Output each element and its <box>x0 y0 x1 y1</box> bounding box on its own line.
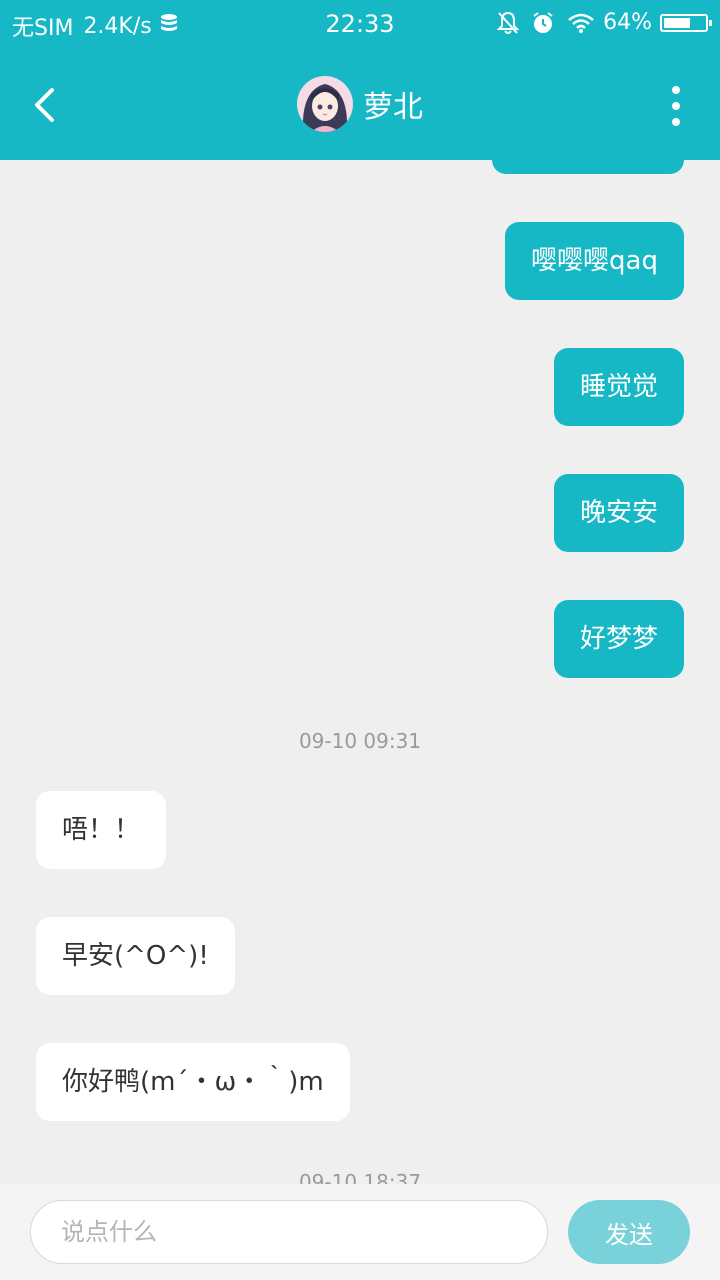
chat-header: 萝北 <box>0 50 720 160</box>
message-timestamp: 09-10 18:37 <box>298 1170 422 1184</box>
message-bubble-partial[interactable] <box>492 160 684 174</box>
status-right: 64% <box>485 10 712 35</box>
message-bubble-outgoing[interactable]: 晚安安 <box>553 474 684 552</box>
message-bubble-outgoing[interactable]: 嘤嘤嘤qaq <box>505 222 684 300</box>
message-bubble-outgoing[interactable]: 睡觉觉 <box>553 348 684 426</box>
message-input[interactable] <box>30 1200 548 1264</box>
vertical-dots-icon-dot <box>672 118 680 126</box>
battery-fill <box>664 17 690 28</box>
battery-percent: 64% <box>603 10 652 35</box>
message-bubble-outgoing[interactable]: 好梦梦 <box>553 600 684 678</box>
wifi-icon <box>567 12 595 34</box>
more-options-button[interactable] <box>666 86 686 126</box>
contact-name: 萝北 <box>363 90 423 125</box>
send-button[interactable]: 发送 <box>568 1200 690 1264</box>
vertical-dots-icon-dot <box>672 102 680 110</box>
vertical-dots-icon <box>672 86 680 94</box>
avatar[interactable] <box>297 76 353 132</box>
message-list[interactable]: 嘤嘤嘤qaq 睡觉觉 晚安安 好梦梦 09-10 09:31 唔！！ 早安(^O… <box>0 160 720 1184</box>
status-bar: 无SIM 2.4K/s 22:33 64% <box>0 0 720 50</box>
mute-bell-icon <box>497 11 520 35</box>
battery-icon <box>660 13 712 32</box>
message-timestamp: 09-10 09:31 <box>298 729 422 753</box>
chat-title: 萝北 <box>0 76 720 132</box>
message-bubble-incoming[interactable]: 早安(^O^)! <box>36 917 235 995</box>
input-bar: 发送 <box>0 1184 720 1280</box>
message-bubble-incoming[interactable]: 你好鸭(m´・ω・｀)m <box>36 1043 350 1121</box>
alarm-icon <box>531 11 555 35</box>
chat-screen: 无SIM 2.4K/s 22:33 64% 萝北 嘤嘤嘤qaq 睡觉觉 晚安安 … <box>0 0 720 1280</box>
message-bubble-incoming[interactable]: 唔！！ <box>36 791 167 869</box>
battery-nub <box>709 19 712 26</box>
